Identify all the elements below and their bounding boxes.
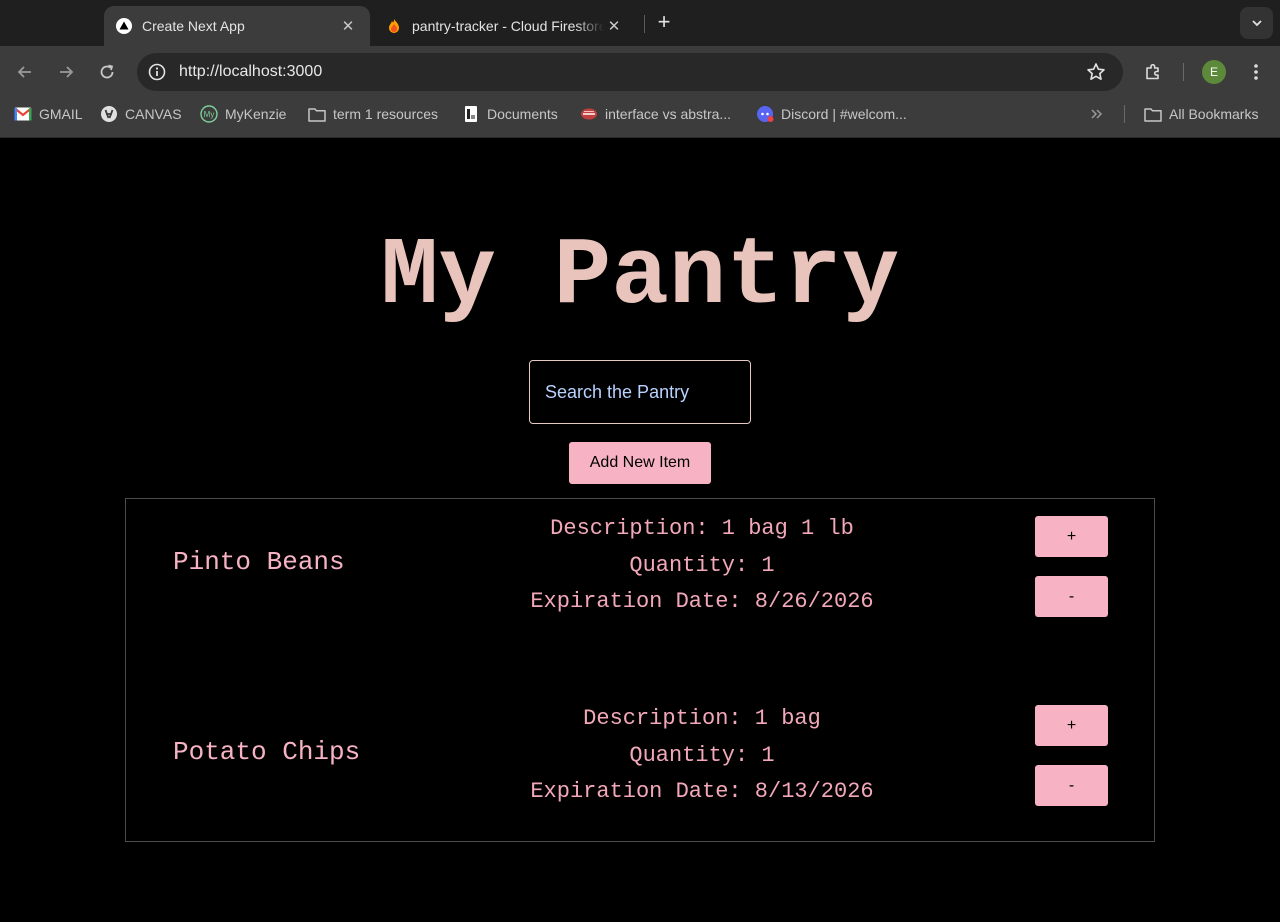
toolbar-divider (1180, 60, 1186, 84)
browser-toolbar: http://localhost:3000 E (0, 46, 1280, 98)
bookmark-label: term 1 resources (333, 106, 439, 122)
increment-button[interactable]: + (1035, 516, 1108, 557)
kebab-menu-icon[interactable] (1244, 60, 1268, 84)
item-description: Description: 1 bag (583, 706, 821, 731)
close-icon[interactable]: ✕ (604, 16, 624, 36)
add-new-item-button[interactable]: Add New Item (569, 442, 711, 484)
item-expiration: Expiration Date: 8/26/2026 (530, 589, 874, 614)
page-viewport: My Pantry Add New Item Pinto Beans Descr… (0, 138, 1280, 922)
site-info-icon[interactable] (147, 62, 167, 82)
canvas-icon (100, 105, 118, 123)
bookmark-documents[interactable]: Documents (462, 98, 558, 130)
bookmark-canvas[interactable]: CANVAS (100, 98, 182, 130)
item-quantity: Quantity: 1 (629, 742, 775, 768)
tab-create-next-app[interactable]: Create Next App ✕ (104, 6, 370, 46)
tab-strip: Create Next App ✕ pantry-tracker - Cloud… (0, 0, 1280, 46)
tab-title: pantry-tracker - Cloud Firestore (412, 18, 604, 34)
nextjs-triangle-icon (116, 18, 132, 34)
extensions-puzzle-icon[interactable] (1141, 60, 1165, 84)
mykenzie-icon: My (200, 105, 218, 123)
item-quantity: Quantity: 1 (629, 552, 775, 578)
bookmark-label: GMAIL (39, 106, 83, 122)
list-item: Potato Chips Description: 1 bag Quantity… (126, 701, 1154, 851)
all-bookmarks-label: All Bookmarks (1169, 106, 1259, 122)
decrement-button[interactable]: - (1035, 765, 1108, 806)
firebase-flame-icon (386, 18, 402, 34)
bookmark-gmail[interactable]: GMAIL (14, 98, 83, 130)
close-icon[interactable]: ✕ (338, 16, 358, 36)
new-tab-plus-icon[interactable]: + (652, 11, 676, 35)
url-text[interactable]: http://localhost:3000 (179, 63, 1085, 81)
bookmark-star-icon[interactable] (1085, 61, 1107, 83)
tab-title: Create Next App (142, 18, 245, 34)
bookmarks-overflow-chevron-icon[interactable] (1090, 98, 1104, 130)
tab-divider (644, 15, 645, 33)
bookmark-mykenzie[interactable]: My MyKenzie (200, 98, 286, 130)
bookmark-label: CANVAS (125, 106, 182, 122)
list-item: Pinto Beans Description: 1 bag 1 lb Quan… (126, 511, 1154, 661)
bookmark-discord[interactable]: Discord | #welcom... (756, 98, 907, 130)
bookmark-interface-vs-abstract[interactable]: interface vs abstra... (580, 98, 731, 130)
tab-pantry-tracker[interactable]: pantry-tracker - Cloud Firestore ✕ (374, 6, 636, 46)
discord-icon (756, 105, 774, 123)
bookmark-term-1-resources[interactable]: term 1 resources (308, 98, 438, 130)
site-icon (580, 105, 598, 123)
mykenzie-icon-text: My (204, 110, 215, 119)
bookmarks-divider (1124, 105, 1125, 123)
item-details: Description: 1 bag 1 lb Quantity: 1 Expi… (426, 511, 978, 621)
page-title: My Pantry (380, 222, 900, 331)
bookmark-label: interface vs abstra... (605, 106, 732, 122)
reload-icon[interactable] (95, 60, 119, 84)
item-details: Description: 1 bag Quantity: 1 Expiratio… (426, 701, 978, 811)
item-description: Description: 1 bag 1 lb (550, 516, 854, 541)
item-name: Potato Chips (173, 737, 361, 767)
item-expiration: Expiration Date: 8/13/2026 (530, 779, 874, 804)
decrement-button[interactable]: - (1035, 576, 1108, 617)
bookmarks-bar: GMAIL CANVAS My MyKenzie term 1 resource… (0, 98, 1280, 138)
folder-icon (1144, 105, 1162, 123)
forward-arrow-icon[interactable] (54, 60, 78, 84)
pantry-list: Pinto Beans Description: 1 bag 1 lb Quan… (125, 498, 1155, 842)
bookmark-label: MyKenzie (225, 106, 287, 122)
increment-button[interactable]: + (1035, 705, 1108, 746)
item-name: Pinto Beans (173, 547, 345, 577)
address-bar[interactable]: http://localhost:3000 (137, 53, 1123, 91)
bookmark-label: Documents (487, 106, 558, 122)
document-icon (462, 105, 480, 123)
profile-avatar[interactable]: E (1202, 60, 1226, 84)
search-input[interactable] (529, 360, 751, 424)
tab-search-chevron-icon[interactable] (1240, 7, 1273, 39)
back-arrow-icon[interactable] (13, 60, 37, 84)
folder-icon (308, 105, 326, 123)
all-bookmarks[interactable]: All Bookmarks (1144, 98, 1258, 130)
bookmark-label: Discord | #welcom... (781, 106, 907, 122)
gmail-icon (14, 105, 32, 123)
